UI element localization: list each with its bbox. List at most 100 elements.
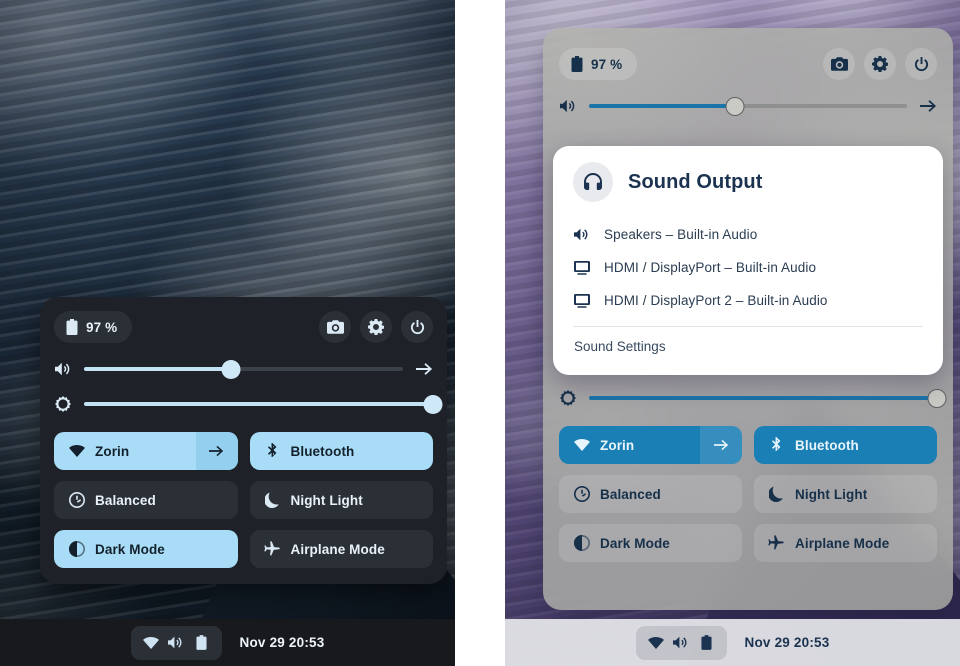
speedometer-icon [68,492,85,509]
tile-label: Balanced [95,492,156,508]
speaker-icon [573,228,591,241]
tile-zorin-wifi[interactable]: Zorin [559,426,742,464]
tile-label: Bluetooth [290,443,355,459]
screenshot-divider [455,0,505,666]
quick-toggle-grid-dark: Zorin Bluetooth Balanced Night Light Dar… [54,432,433,568]
monitor-icon [573,260,591,275]
wifi-icon[interactable] [143,634,160,651]
battery-icon [571,56,583,72]
popup-divider [573,326,923,327]
screenshot-dark-variant: 97 % Zorin Bluetooth Balanced Night Ligh… [0,0,455,666]
bluetooth-icon [768,436,785,454]
system-tray-dark[interactable] [130,625,222,660]
screenshot-button[interactable] [823,48,855,80]
brightness-icon [54,396,72,412]
taskbar-dark[interactable]: Nov 29 20:53 [0,619,455,666]
tile-night-light[interactable]: Night Light [249,481,433,519]
tile-dark-mode[interactable]: Dark Mode [559,524,742,562]
screen: 97 % Zorin Bluetooth Balanced Night Ligh… [0,0,960,666]
wifi-icon[interactable] [648,634,665,651]
sound-device-item[interactable]: HDMI / DisplayPort 2 – Built-in Audio [573,284,923,317]
sound-settings-link[interactable]: Sound Settings [573,331,923,361]
wifi-submenu-button[interactable] [700,426,742,464]
quick-settings-panel-dark[interactable]: 97 % Zorin Bluetooth Balanced Night Ligh… [40,297,447,584]
sound-output-popup[interactable]: Sound Output Speakers – Built-in Audio H… [553,146,943,375]
tile-bluetooth[interactable]: Bluetooth [249,432,433,470]
battery-percent-label: 97 % [86,319,118,335]
taskbar-light[interactable]: Nov 29 20:53 [505,619,960,666]
power-icon [410,319,425,335]
tile-label: Night Light [795,486,868,502]
tile-label: Airplane Mode [290,541,385,557]
power-icon [914,56,929,72]
tile-label: Balanced [600,486,661,502]
settings-button[interactable] [360,311,392,343]
sound-device-item[interactable]: Speakers – Built-in Audio [573,218,923,251]
settings-button[interactable] [864,48,896,80]
bluetooth-icon [264,442,281,460]
tile-balanced[interactable]: Balanced [54,481,238,519]
wifi-submenu-button[interactable] [195,432,238,470]
brightness-slider-row[interactable] [559,388,947,408]
airplane-icon [768,535,785,552]
screenshot-button[interactable] [319,311,351,343]
battery-icon [66,319,78,335]
sound-device-label: Speakers – Built-in Audio [604,227,758,242]
speedometer-icon [573,486,590,503]
tile-night-light[interactable]: Night Light [754,475,937,513]
system-tray-light[interactable] [635,625,727,660]
airplane-icon [263,541,281,558]
monitor-icon [573,293,591,308]
volume-icon[interactable] [168,634,185,651]
power-button[interactable] [905,48,937,80]
wifi-icon [573,437,590,454]
battery-icon[interactable] [193,634,210,651]
brightness-icon [559,390,577,406]
contrast-icon [573,535,590,552]
volume-slider-track[interactable] [84,359,403,379]
tile-label: Airplane Mode [795,535,890,551]
tile-dark-mode[interactable]: Dark Mode [54,530,238,568]
sound-device-item[interactable]: HDMI / DisplayPort – Built-in Audio [573,251,923,284]
brightness-slider-track[interactable] [84,394,443,414]
volume-icon[interactable] [673,634,690,651]
quick-settings-header: 97 % [559,48,937,80]
camera-icon [830,57,848,71]
tile-airplane-mode[interactable]: Airplane Mode [249,530,433,568]
contrast-icon [68,541,85,558]
sound-output-header: Sound Output [573,162,923,202]
brightness-slider-track[interactable] [589,388,947,408]
volume-expand-button[interactable] [919,99,937,113]
tile-balanced[interactable]: Balanced [559,475,742,513]
volume-icon [559,99,577,113]
tile-label: Bluetooth [795,437,859,453]
battery-icon[interactable] [698,634,715,651]
camera-icon [326,320,344,334]
tile-label: Dark Mode [600,535,670,551]
battery-status-pill[interactable]: 97 % [559,48,638,80]
taskbar-clock[interactable]: Nov 29 20:53 [240,635,325,650]
moon-icon [264,492,281,509]
power-button[interactable] [401,311,433,343]
quick-settings-header: 97 % [54,311,433,343]
taskbar-clock[interactable]: Nov 29 20:53 [745,635,830,650]
sound-device-label: HDMI / DisplayPort 2 – Built-in Audio [604,293,828,308]
battery-status-pill[interactable]: 97 % [54,311,133,343]
battery-percent-label: 97 % [591,56,623,72]
tile-label: Zorin [600,437,635,453]
tile-zorin-wifi[interactable]: Zorin [54,432,238,470]
tile-airplane-mode[interactable]: Airplane Mode [754,524,937,562]
gear-icon [368,319,384,335]
volume-icon [54,362,72,376]
brightness-slider-row[interactable] [54,394,443,414]
tile-label: Dark Mode [95,541,165,557]
popup-title: Sound Output [628,170,763,193]
volume-slider-track[interactable] [589,96,907,116]
tile-bluetooth[interactable]: Bluetooth [754,426,937,464]
volume-slider-row[interactable] [54,359,433,379]
volume-slider-row[interactable] [559,96,937,116]
header-action-buttons [823,48,937,80]
headphones-icon [573,162,613,202]
header-action-buttons [319,311,433,343]
volume-expand-button[interactable] [415,362,433,376]
